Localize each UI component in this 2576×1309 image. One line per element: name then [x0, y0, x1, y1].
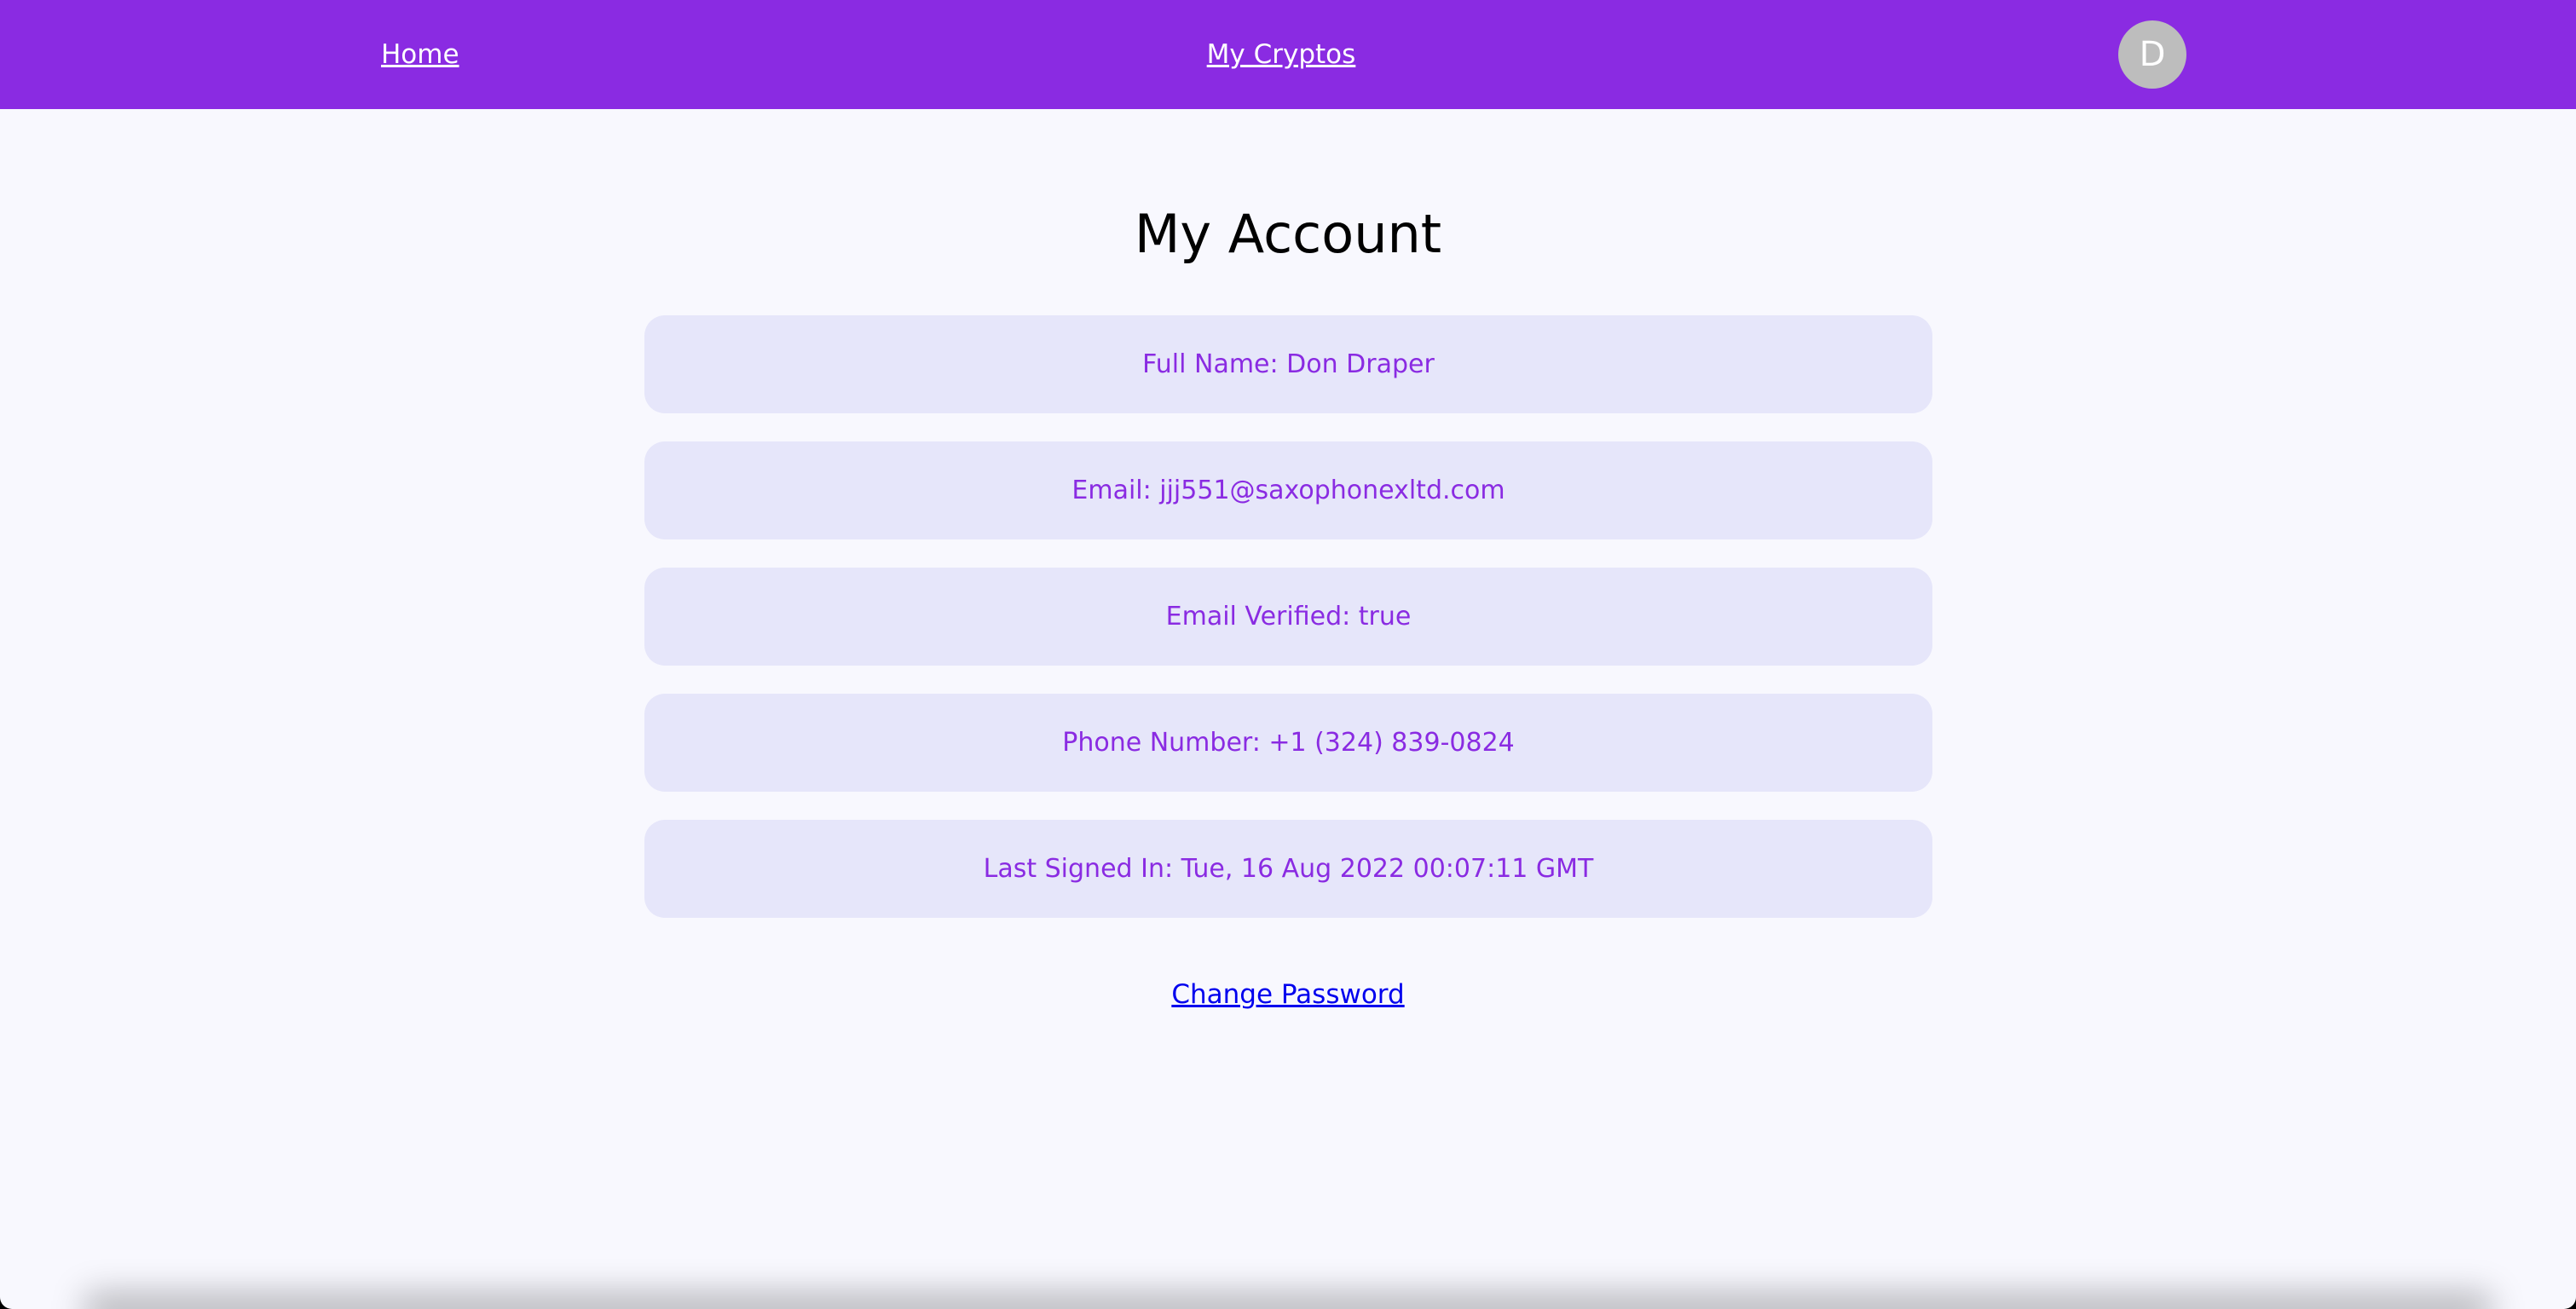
- account-page: Home My Cryptos D My Account Full Name: …: [0, 0, 2576, 1309]
- top-navbar: Home My Cryptos D: [0, 0, 2576, 109]
- change-password-link[interactable]: Change Password: [1171, 979, 1404, 1010]
- user-avatar[interactable]: D: [2118, 20, 2186, 89]
- change-password-container: Change Password: [0, 976, 2576, 1013]
- last-signed-in-field: Last Signed In: Tue, 16 Aug 2022 00:07:1…: [644, 820, 1932, 918]
- email-verified-field: Email Verified: true: [644, 568, 1932, 666]
- full-name-field: Full Name: Don Draper: [644, 315, 1932, 413]
- email-field: Email: jjj551@saxophonexltd.com: [644, 441, 1932, 539]
- nav-my-cryptos-link[interactable]: My Cryptos: [1207, 39, 1356, 70]
- page-title: My Account: [1134, 203, 1442, 265]
- phone-number-field: Phone Number: +1 (324) 839-0824: [644, 694, 1932, 792]
